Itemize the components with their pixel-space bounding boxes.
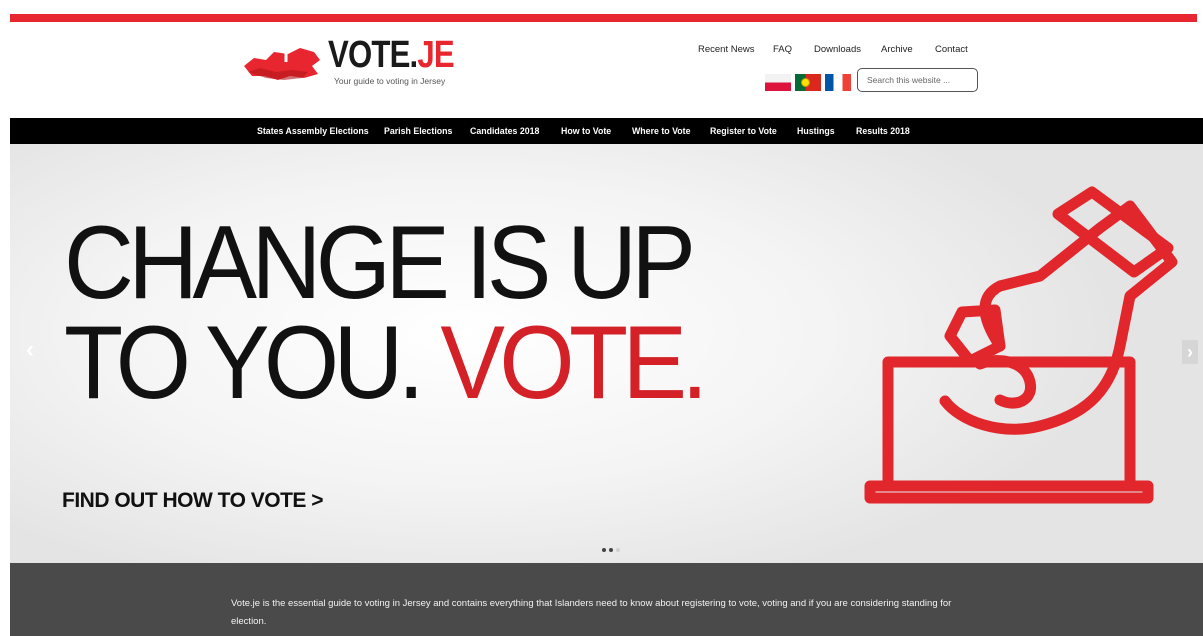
nav-candidates-2018[interactable]: Candidates 2018 [470, 126, 539, 136]
polish-flag-icon[interactable] [765, 74, 791, 91]
nav-faq[interactable]: FAQ [773, 44, 792, 55]
hero-headline-line2: TO YOU. VOTE. [64, 305, 708, 421]
nav-downloads[interactable]: Downloads [814, 44, 861, 55]
portuguese-flag-icon[interactable] [795, 74, 821, 91]
slider-dot-1[interactable] [602, 548, 606, 552]
nav-where-to-vote[interactable]: Where to Vote [632, 126, 691, 136]
top-accent-bar [10, 14, 1197, 22]
nav-register-to-vote[interactable]: Register to Vote [710, 126, 777, 136]
logo-tagline: Your guide to voting in Jersey [334, 76, 446, 86]
intro-band: Vote.je is the essential guide to voting… [10, 563, 1203, 636]
hero-slider: CHANGE IS UP TO YOU. VOTE. FIND OUT HOW … [10, 144, 1203, 563]
slider-prev-arrow-icon[interactable]: ‹ [26, 338, 34, 362]
slider-next-arrow-icon[interactable]: › [1182, 340, 1198, 364]
utility-nav: Recent News FAQ Downloads Archive Contac… [0, 44, 1203, 60]
nav-archive[interactable]: Archive [881, 44, 913, 55]
intro-text: Vote.je is the essential guide to voting… [231, 597, 952, 627]
nav-results-2018[interactable]: Results 2018 [856, 126, 910, 136]
nav-states-assembly-elections[interactable]: States Assembly Elections [257, 126, 369, 136]
slider-pagination [602, 546, 632, 554]
search-input[interactable] [857, 68, 978, 92]
hero-headline-line1: CHANGE IS UP [64, 205, 696, 321]
slider-dot-3[interactable] [616, 548, 620, 552]
hand-casting-ballot-icon [864, 186, 1178, 504]
main-nav: States Assembly Elections Parish Electio… [10, 118, 1203, 144]
nav-hustings[interactable]: Hustings [797, 126, 835, 136]
nav-contact[interactable]: Contact [935, 44, 968, 55]
slider-dot-2[interactable] [609, 548, 613, 552]
nav-recent-news[interactable]: Recent News [698, 44, 755, 55]
hero-headline: CHANGE IS UP TO YOU. VOTE. [64, 205, 708, 421]
site-header: VOTE.JE Your guide to voting in Jersey R… [0, 22, 1203, 118]
nav-parish-elections[interactable]: Parish Elections [384, 126, 452, 136]
french-flag-icon[interactable] [825, 74, 851, 91]
find-out-how-to-vote-link[interactable]: FIND OUT HOW TO VOTE > [62, 489, 324, 513]
nav-how-to-vote[interactable]: How to Vote [561, 126, 611, 136]
